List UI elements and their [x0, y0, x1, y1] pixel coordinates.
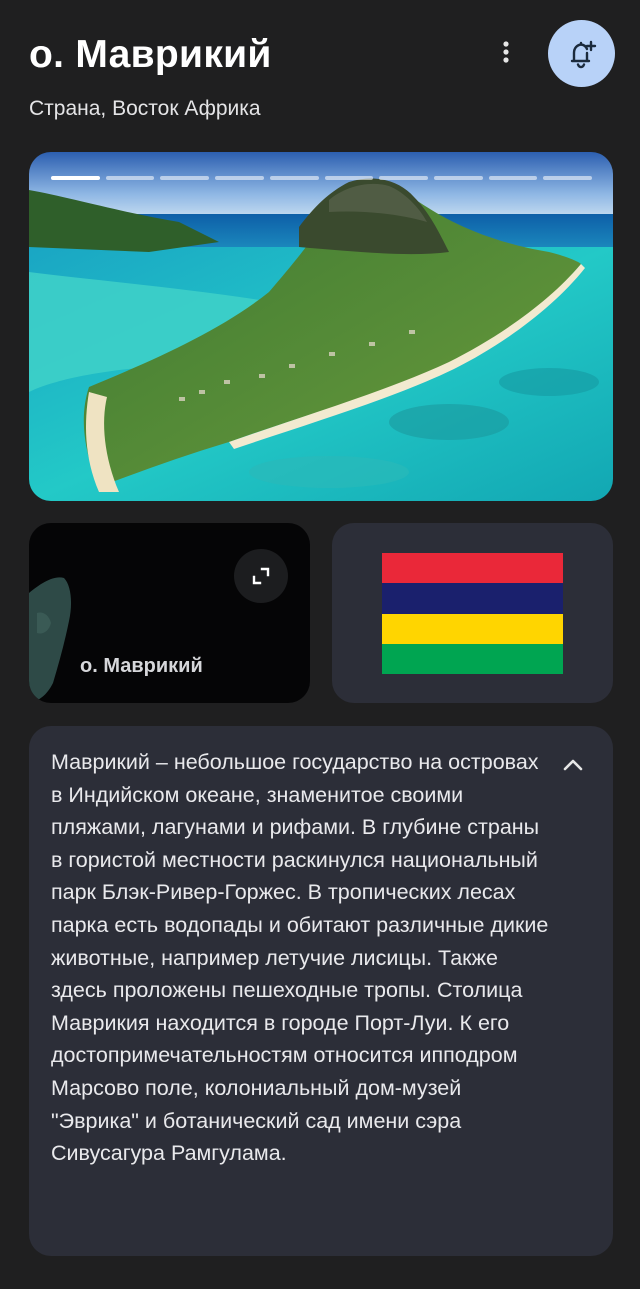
page-subtitle: Страна, Восток Африка [29, 97, 261, 120]
gallery-progress [51, 176, 593, 180]
more-vertical-icon [503, 41, 509, 63]
gallery-progress-segment [215, 176, 264, 180]
mauritius-aerial-photo [29, 152, 613, 501]
map-card[interactable]: о. Маврикий [29, 523, 310, 703]
photo-gallery[interactable] [29, 152, 613, 501]
gallery-progress-segment [160, 176, 210, 180]
description-text: Маврикий – небольшое государство на остр… [51, 750, 549, 1166]
gallery-progress-segment [433, 176, 483, 180]
gallery-progress-segment [379, 176, 428, 180]
gallery-progress-segment [105, 176, 155, 180]
more-options-button[interactable] [488, 34, 524, 70]
gallery-progress-segment [324, 176, 374, 180]
flag-stripe [382, 583, 563, 614]
gallery-progress-segment [51, 176, 100, 180]
gallery-progress-segment [488, 176, 538, 180]
map-label: о. Маврикий [80, 655, 203, 677]
expand-map-button[interactable] [234, 549, 288, 603]
page-title: о. Маврикий [29, 33, 272, 76]
bell-plus-icon [570, 40, 596, 68]
collapse-description-button[interactable] [556, 748, 590, 782]
flag-stripe [382, 553, 563, 584]
gallery-progress-segment [543, 176, 593, 180]
flag-stripe [382, 613, 563, 644]
flag-stripe [382, 643, 563, 674]
flag-card[interactable] [332, 523, 613, 703]
description-card: Маврикий – небольшое государство на остр… [29, 726, 613, 1256]
add-notification-button[interactable] [548, 20, 615, 87]
country-flag [382, 553, 563, 674]
expand-icon [252, 567, 270, 585]
gallery-progress-segment [269, 176, 319, 180]
chevron-up-icon [563, 759, 583, 771]
